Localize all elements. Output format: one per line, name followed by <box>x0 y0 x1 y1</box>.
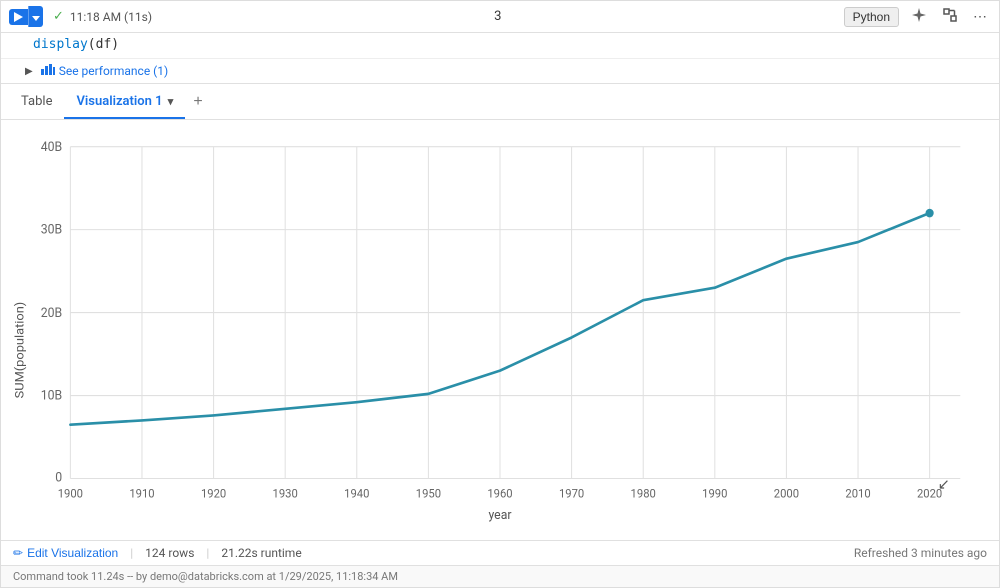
svg-text:1940: 1940 <box>344 487 369 501</box>
separator-2: | <box>206 546 209 560</box>
svg-text:1900: 1900 <box>58 487 83 501</box>
tab-visualization[interactable]: Visualization 1 ▾ <box>64 86 185 119</box>
pencil-icon: ✏ <box>13 546 23 560</box>
chevron-down-icon <box>32 16 40 21</box>
runtime: 21.22s runtime <box>221 546 301 560</box>
line-chart: 40B 30B 20B 10B 0 SUM(population) 1900 1… <box>9 136 991 532</box>
collapse-arrow: ▶ <box>25 66 33 77</box>
command-text: Command took 11.24s -- by demo@databrick… <box>13 570 398 583</box>
svg-text:2000: 2000 <box>774 487 799 501</box>
see-performance-label: See performance (1) <box>59 64 169 78</box>
svg-text:20B: 20B <box>41 306 63 321</box>
cell-toolbar: ✓ 11:18 AM (11s) 3 Python ⋯ <box>1 1 999 33</box>
separator-1: | <box>130 546 133 560</box>
svg-text:1980: 1980 <box>631 487 656 501</box>
performance-row[interactable]: ▶ See performance (1) <box>1 59 999 84</box>
add-tab-button[interactable]: + <box>185 89 210 115</box>
play-icon <box>14 12 23 22</box>
svg-text:1970: 1970 <box>559 487 584 501</box>
svg-text:2010: 2010 <box>845 487 870 501</box>
svg-text:1950: 1950 <box>416 487 441 501</box>
svg-text:SUM(population): SUM(population) <box>13 302 28 399</box>
svg-text:0: 0 <box>55 470 62 485</box>
edit-visualization-button[interactable]: ✏ Edit Visualization <box>13 546 118 560</box>
run-dropdown-button[interactable] <box>28 6 43 27</box>
viz-dropdown-icon: ▾ <box>168 95 174 108</box>
expand-icon <box>943 8 957 22</box>
row-count: 124 rows <box>145 546 194 560</box>
refreshed-status: Refreshed 3 minutes ago <box>854 546 987 560</box>
run-buttons[interactable] <box>9 6 43 27</box>
run-button[interactable] <box>9 9 28 25</box>
performance-chart-icon <box>41 63 55 75</box>
bar-chart-icon <box>41 63 55 79</box>
toolbar-time: 11:18 AM (11s) <box>70 10 152 24</box>
tab-table[interactable]: Table <box>9 86 64 119</box>
resize-cursor-icon: ↙ <box>938 475 950 493</box>
python-badge[interactable]: Python <box>844 7 899 27</box>
check-icon: ✓ <box>53 9 64 24</box>
command-footer: Command took 11.24s -- by demo@databrick… <box>1 565 999 587</box>
more-button[interactable]: ⋯ <box>969 6 991 27</box>
svg-text:1930: 1930 <box>273 487 298 501</box>
ai-icon-button[interactable] <box>907 5 931 28</box>
code-function: display <box>33 37 88 52</box>
notebook-cell: ✓ 11:18 AM (11s) 3 Python ⋯ <box>0 0 1000 588</box>
svg-text:1960: 1960 <box>487 487 512 501</box>
status-bar: ✏ Edit Visualization | 124 rows | 21.22s… <box>1 540 999 565</box>
svg-text:year: year <box>488 508 512 523</box>
svg-text:10B: 10B <box>41 388 63 403</box>
chart-endpoint <box>926 209 934 218</box>
svg-text:1910: 1910 <box>129 487 154 501</box>
svg-text:1990: 1990 <box>702 487 727 501</box>
tabs-bar: Table Visualization 1 ▾ + <box>1 84 999 120</box>
svg-text:40B: 40B <box>41 140 63 155</box>
cell-number: 3 <box>156 9 840 24</box>
code-args: (df) <box>88 37 119 52</box>
expand-button[interactable] <box>939 6 961 27</box>
chart-area: 40B 30B 20B 10B 0 SUM(population) 1900 1… <box>1 120 999 540</box>
sparkle-icon <box>911 7 927 23</box>
svg-text:30B: 30B <box>41 222 63 237</box>
toolbar-right: Python ⋯ <box>844 5 991 28</box>
svg-text:1920: 1920 <box>201 487 226 501</box>
code-line: display(df) <box>1 33 999 59</box>
